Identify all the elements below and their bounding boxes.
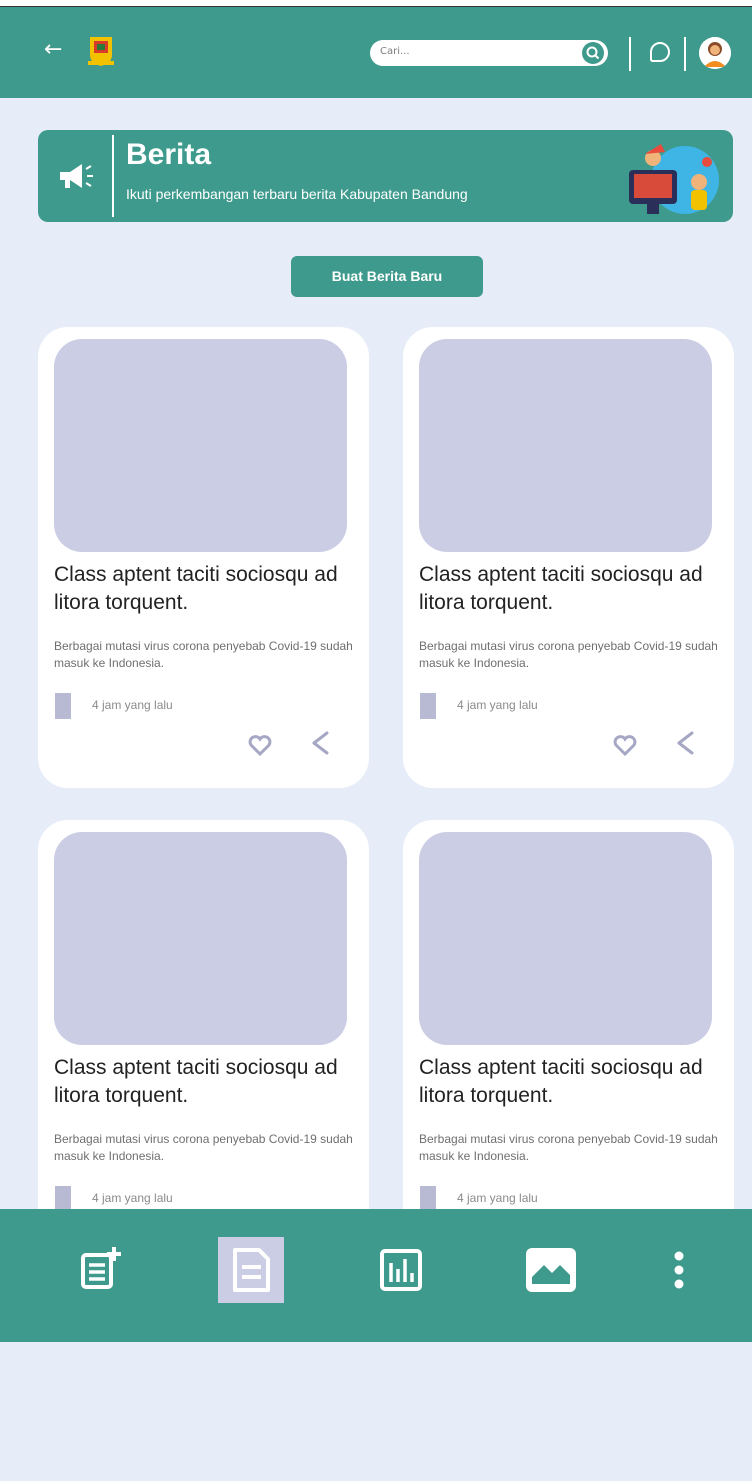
news-description: Berbagai mutasi virus corona penyebab Co… xyxy=(419,639,718,670)
news-thumbnail[interactable] xyxy=(54,832,347,1045)
banner-divider xyxy=(112,135,114,217)
news-thumbnail[interactable] xyxy=(54,339,347,552)
news-timestamp: 4 jam yang lalu xyxy=(457,698,538,712)
author-marker xyxy=(420,693,436,719)
news-thumbnail[interactable] xyxy=(419,339,712,552)
news-thumbnail[interactable] xyxy=(419,832,712,1045)
heart-icon[interactable] xyxy=(613,734,637,756)
search-bar[interactable]: Cari... xyxy=(370,40,608,66)
app-header: ← Cari... xyxy=(0,7,752,98)
news-title[interactable]: Class aptent taciti sociosqu ad litora t… xyxy=(54,561,359,617)
header-divider xyxy=(684,37,686,71)
share-icon[interactable] xyxy=(675,730,697,756)
news-card[interactable]: Class aptent taciti sociosqu ad litora t… xyxy=(403,327,734,788)
search-icon xyxy=(586,46,600,60)
heart-icon[interactable] xyxy=(248,734,272,756)
regency-logo-icon xyxy=(88,37,114,66)
top-edge xyxy=(0,0,752,7)
news-description: Berbagai mutasi virus corona penyebab Co… xyxy=(419,1132,718,1163)
news-banner: Berita Ikuti perkembangan terbaru berita… xyxy=(38,130,733,222)
author-marker xyxy=(55,693,71,719)
news-description: Berbagai mutasi virus corona penyebab Co… xyxy=(54,639,353,670)
image-icon xyxy=(526,1248,576,1292)
news-illustration-icon xyxy=(629,144,719,214)
add-news-icon xyxy=(81,1247,121,1289)
chat-icon[interactable] xyxy=(650,42,670,62)
nav-add-news[interactable] xyxy=(68,1237,134,1303)
nav-statistics[interactable] xyxy=(368,1237,434,1303)
news-title[interactable]: Class aptent taciti sociosqu ad litora t… xyxy=(54,1054,359,1110)
more-icon xyxy=(674,1251,684,1289)
news-timestamp: 4 jam yang lalu xyxy=(92,698,173,712)
news-description: Berbagai mutasi virus corona penyebab Co… xyxy=(54,1132,353,1163)
news-timestamp: 4 jam yang lalu xyxy=(92,1191,173,1205)
back-arrow-icon[interactable]: ← xyxy=(44,39,62,61)
search-input[interactable]: Cari... xyxy=(380,46,410,57)
create-news-button[interactable]: Buat Berita Baru xyxy=(291,256,483,297)
page-subtitle: Ikuti perkembangan terbaru berita Kabupa… xyxy=(126,186,468,202)
chart-icon xyxy=(380,1249,422,1291)
news-title[interactable]: Class aptent taciti sociosqu ad litora t… xyxy=(419,561,724,617)
header-divider xyxy=(629,37,631,71)
bottom-navigation xyxy=(0,1209,752,1342)
share-icon[interactable] xyxy=(310,730,332,756)
nav-news-list[interactable] xyxy=(218,1237,284,1303)
nav-more[interactable] xyxy=(646,1237,712,1303)
news-timestamp: 4 jam yang lalu xyxy=(457,1191,538,1205)
search-button[interactable] xyxy=(582,42,604,64)
megaphone-icon xyxy=(60,164,93,188)
avatar[interactable] xyxy=(699,37,731,69)
news-card[interactable]: Class aptent taciti sociosqu ad litora t… xyxy=(38,327,369,788)
user-avatar-icon xyxy=(699,37,731,69)
news-title[interactable]: Class aptent taciti sociosqu ad litora t… xyxy=(419,1054,724,1110)
news-list-icon xyxy=(233,1248,270,1292)
nav-gallery[interactable] xyxy=(518,1237,584,1303)
page-title: Berita xyxy=(126,138,212,171)
